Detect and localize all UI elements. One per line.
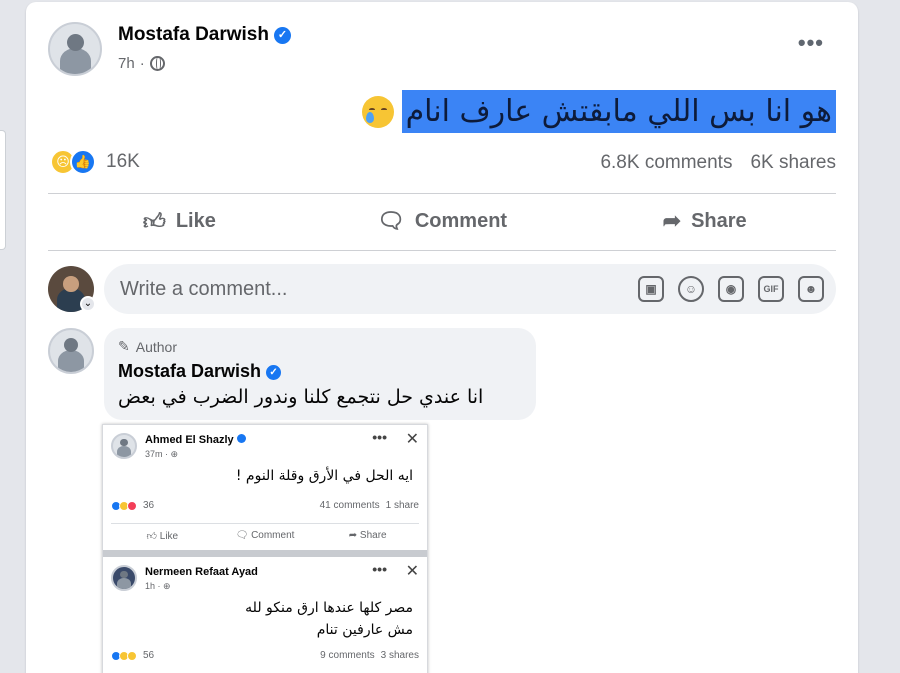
embedded-post-text: ايه الحل في الأرق وقلة النوم ! <box>235 468 413 484</box>
author-avatar[interactable] <box>48 22 102 76</box>
embedded-avatar <box>111 433 137 459</box>
share-arrow-icon: ➦ <box>662 208 682 233</box>
comment-text: انا عندي حل نتجمع كلنا وندور الضرب في بع… <box>118 386 484 408</box>
love-reaction-icon <box>127 500 137 511</box>
embedded-reaction-count: 56 <box>143 650 155 661</box>
embedded-share: ➦ Share <box>348 530 387 541</box>
embedded-time-row: 1h · ⊕ <box>145 581 171 592</box>
comments-count[interactable]: 6.8K comments <box>600 152 732 174</box>
embedded-like: 👍︎ Like <box>146 531 179 542</box>
commenter-avatar[interactable] <box>48 328 94 374</box>
thumbs-up-icon: 👍︎ <box>142 208 166 234</box>
embedded-post-text-line2: مش عارفين تنام <box>316 622 413 638</box>
embedded-comment: 🗨︎ Comment <box>235 530 295 541</box>
embedded-more-icon: ••• <box>372 561 387 577</box>
like-button[interactable]: 👍︎ Like <box>48 199 311 243</box>
comment-author-name[interactable]: Mostafa Darwish <box>118 361 261 381</box>
emoji-icon[interactable]: ☺ <box>678 276 704 302</box>
globe-icon <box>149 56 165 71</box>
embedded-shares: 1 share <box>385 500 419 511</box>
like-label: Like <box>175 209 216 232</box>
embedded-comments: 9 comments <box>320 650 375 661</box>
embedded-post-1: Ahmed El Shazly 37m · ⊕ ••• ✕ ايه الحل ف… <box>103 425 427 550</box>
verified-badge-icon <box>236 434 246 443</box>
composer-icons: ▣ ☺ ◉ GIF ☻ <box>638 276 824 302</box>
author-tag: ✎ Author <box>118 338 522 355</box>
chevron-down-icon[interactable]: ⌄ <box>80 296 96 312</box>
author-tag-label: Author <box>135 338 177 355</box>
embedded-post-2: Nermeen Refaat Ayad 1h · ⊕ ••• ✕ مصر كله… <box>103 557 427 673</box>
embedded-stats: 41 comments 1 share <box>320 500 419 511</box>
embedded-post-text-line1: مصر كلها عندها ارق منكو لله <box>245 600 413 616</box>
comment-bubble: ✎ Author Mostafa Darwish ✓ انا عندي حل نت… <box>104 328 536 420</box>
embedded-comment-label: Comment <box>251 530 295 541</box>
post-actions: 👍︎ Like 🗨︎ Comment ➦ Share <box>48 199 836 243</box>
author-name-row[interactable]: Mostafa Darwish ✓ <box>118 24 291 46</box>
embedded-reaction-count: 36 <box>143 500 155 511</box>
author-name[interactable]: Mostafa Darwish <box>118 24 269 45</box>
embedded-reactions: 56 <box>111 650 154 661</box>
divider <box>48 250 836 251</box>
reaction-count: 16K <box>106 151 140 172</box>
close-icon: ✕ <box>405 563 419 580</box>
attached-screenshot-image[interactable]: Ahmed El Shazly 37m · ⊕ ••• ✕ ايه الحل ف… <box>102 424 428 673</box>
post-card: Mostafa Darwish ✓ 7h · ••• هو انا بس اللي… <box>26 2 858 673</box>
like-reaction-icon: 👍 <box>70 149 96 175</box>
embedded-share-label: Share <box>359 530 387 541</box>
post-meta: 7h · <box>118 55 165 72</box>
close-icon: ✕ <box>405 431 419 448</box>
divider <box>48 193 836 194</box>
post-time[interactable]: 7h <box>118 55 135 72</box>
share-label: Share <box>691 209 747 232</box>
comment-composer: ⌄ ▣ ☺ ◉ GIF ☻ <box>48 264 836 316</box>
embedded-author-name: Ahmed El Shazly <box>145 434 234 446</box>
reaction-summary[interactable]: ☹ 👍 16K <box>50 149 140 175</box>
post-text: هو انا بس اللي مابقتش عارف انام <box>401 90 836 133</box>
comment-bubble-icon: 🗨︎ <box>376 208 405 233</box>
more-options-button[interactable]: ••• <box>798 30 824 56</box>
embedded-stats: 9 comments 3 shares <box>320 650 419 661</box>
embedded-reactions: 36 <box>111 500 154 511</box>
comment-label: Comment <box>414 209 508 232</box>
embedded-like-label: Like <box>159 531 179 542</box>
post-stats: 6.8K comments 6K shares <box>600 152 836 174</box>
post-body: هو انا بس اللي مابقتش عارف انام <box>361 90 836 133</box>
crying-face-emoji-icon <box>361 95 394 128</box>
sticker-icon[interactable]: ▣ <box>638 276 664 302</box>
shares-count[interactable]: 6K shares <box>750 152 836 174</box>
embedded-avatar <box>111 565 137 591</box>
background-window-edge <box>0 130 6 250</box>
embedded-comments: 41 comments <box>319 500 380 511</box>
embedded-actions: 👍︎ Like 🗨︎ Comment ➦ Share <box>111 523 419 542</box>
embedded-more-icon: ••• <box>372 429 387 445</box>
meta-separator: · <box>139 55 145 72</box>
embedded-time: 1h · <box>145 581 164 591</box>
globe-icon: ⊕ <box>163 581 171 591</box>
embedded-author-name: Nermeen Refaat Ayad <box>145 566 258 578</box>
embedded-shares: 3 shares <box>380 650 419 661</box>
comment-button[interactable]: 🗨︎ Comment <box>311 199 574 243</box>
embedded-name-row: Ahmed El Shazly <box>145 434 246 446</box>
verified-badge-icon: ✓ <box>273 27 291 44</box>
gif-icon[interactable]: GIF <box>758 276 784 302</box>
pencil-icon: ✎ <box>118 338 130 354</box>
share-button[interactable]: ➦ Share <box>573 199 836 243</box>
camera-icon[interactable]: ◉ <box>718 276 744 302</box>
haha-reaction-icon <box>127 650 137 661</box>
sticker-face-icon[interactable]: ☻ <box>798 276 824 302</box>
verified-badge-icon: ✓ <box>266 365 282 380</box>
embedded-time: 37m · <box>145 449 171 459</box>
embedded-separator <box>103 550 427 557</box>
embedded-time-row: 37m · ⊕ <box>145 449 178 460</box>
globe-icon: ⊕ <box>170 449 179 459</box>
comment-author-row[interactable]: Mostafa Darwish ✓ <box>118 361 522 382</box>
